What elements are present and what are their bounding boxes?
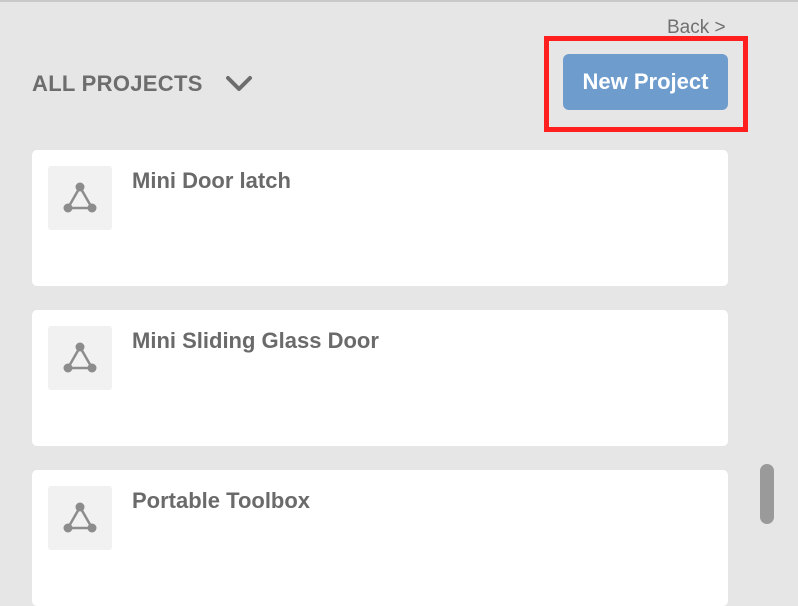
project-thumbnail [48,486,112,550]
scrollbar-thumb[interactable] [760,464,774,524]
project-name: Portable Toolbox [132,488,311,513]
triangle-network-icon [63,182,97,213]
project-thumbnail [48,326,112,390]
project-name: Mini Sliding Glass Door [132,328,379,353]
projects-header: ALL PROJECTS [32,70,253,98]
triangle-network-icon [63,502,97,533]
project-card[interactable]: Mini Sliding Glass Door [32,310,728,446]
project-name: Mini Door latch [132,168,291,193]
chevron-down-icon [225,76,252,91]
project-card[interactable]: Mini Door latch [32,150,728,286]
page-title: ALL PROJECTS [32,71,203,96]
project-thumbnail [48,166,112,230]
project-card[interactable]: Portable Toolbox [32,470,728,606]
triangle-network-icon [63,342,97,373]
new-project-button[interactable]: New Project [563,54,728,110]
top-divider [0,0,798,2]
projects-filter-dropdown[interactable] [225,74,253,94]
